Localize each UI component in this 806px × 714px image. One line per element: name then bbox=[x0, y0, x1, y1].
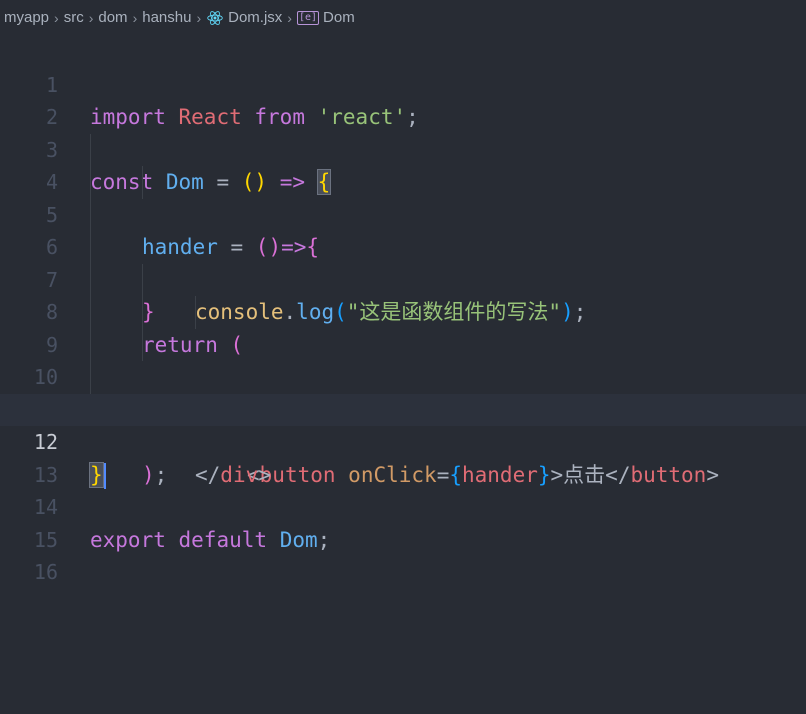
code-line[interactable]: 2 bbox=[0, 69, 806, 129]
code-editor[interactable]: 1 import React from 'react'; 2 3 const D… bbox=[0, 36, 806, 584]
indent-guide bbox=[90, 231, 91, 264]
chevron-right-icon: › bbox=[132, 10, 138, 26]
code-line[interactable]: 10 </div> bbox=[0, 328, 806, 487]
code-line[interactable]: 16 bbox=[0, 524, 806, 584]
code-line[interactable]: 13 bbox=[0, 426, 806, 487]
code-line-current[interactable]: 12 } bbox=[0, 393, 806, 489]
code-line[interactable]: 3 const Dom = () => { bbox=[0, 101, 806, 195]
indent-guide bbox=[90, 263, 91, 296]
chevron-right-icon: › bbox=[88, 10, 94, 26]
indent-guide bbox=[142, 166, 143, 199]
symbol-variable-icon: [e] bbox=[296, 11, 320, 25]
indent-guide bbox=[90, 166, 91, 199]
indent-guide bbox=[90, 198, 91, 231]
code-line[interactable]: 4 hander = ()=>{ bbox=[0, 133, 806, 259]
breadcrumb-item-myapp[interactable]: myapp bbox=[4, 0, 49, 36]
indent-guide bbox=[90, 328, 91, 361]
code-line[interactable]: 5 console.log("这是函数组件的写法"); bbox=[0, 166, 806, 324]
line-number: 16 bbox=[33, 560, 58, 584]
code-line[interactable]: 6 } bbox=[0, 198, 806, 324]
react-icon bbox=[207, 11, 223, 25]
indent-guide bbox=[142, 296, 143, 329]
code-line[interactable]: 15 bbox=[0, 491, 806, 552]
code-line[interactable]: 9 <button onClick={hander}>点击</button> bbox=[0, 296, 806, 487]
code-line[interactable]: 14 export default Dom; bbox=[0, 459, 806, 552]
chevron-right-icon: › bbox=[54, 10, 59, 26]
breadcrumb-file[interactable]: Dom.jsx bbox=[228, 0, 282, 36]
indent-guide bbox=[142, 263, 143, 296]
breadcrumb-item-src[interactable]: src bbox=[64, 0, 84, 36]
indent-guide bbox=[90, 296, 91, 329]
code-line[interactable]: 8 <div> bbox=[0, 263, 806, 422]
indent-guide bbox=[90, 361, 91, 394]
breadcrumb-symbol[interactable]: Dom bbox=[323, 0, 355, 36]
chevron-right-icon: › bbox=[287, 10, 292, 26]
code-line[interactable]: 1 import React from 'react'; bbox=[0, 36, 806, 130]
breadcrumb-item-hanshu[interactable]: hanshu bbox=[142, 0, 191, 36]
chevron-right-icon: › bbox=[196, 10, 202, 26]
indent-guide bbox=[142, 328, 143, 361]
breadcrumb: myapp › src › dom › hanshu › Dom.jsx › [… bbox=[0, 0, 806, 36]
breadcrumb-item-dom[interactable]: dom bbox=[98, 0, 127, 36]
code-line[interactable]: 11 ); bbox=[0, 361, 806, 487]
indent-guide bbox=[90, 133, 91, 166]
indent-guide bbox=[195, 296, 196, 329]
code-line[interactable]: 7 return ( bbox=[0, 231, 806, 357]
